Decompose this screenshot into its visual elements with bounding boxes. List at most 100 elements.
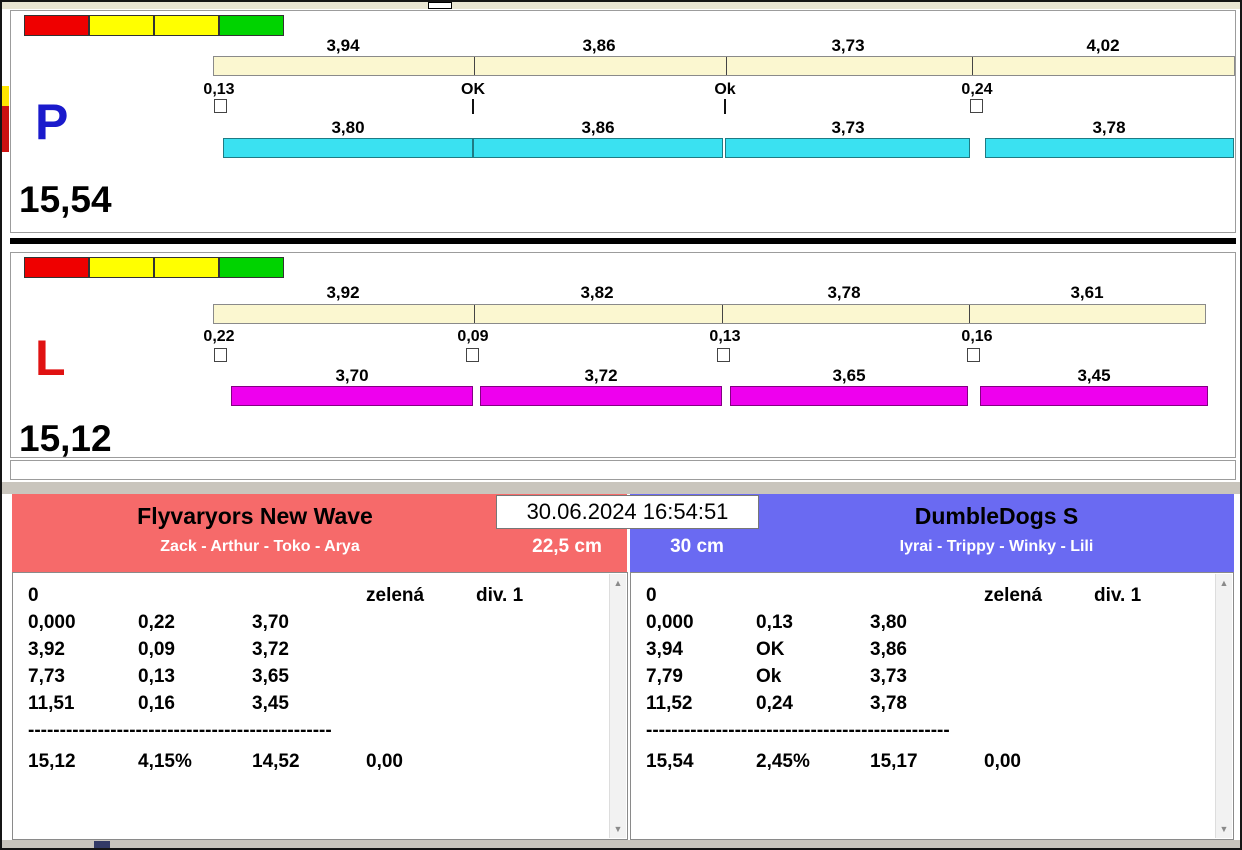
light-status: zelená — [984, 582, 1094, 609]
dog-run-time: 3,80 — [288, 118, 408, 138]
cell: 3,92 — [28, 636, 138, 663]
run-bar-segment — [223, 138, 473, 158]
team-name: Flyvaryors New Wave — [12, 503, 498, 530]
run-bar-segment — [730, 386, 968, 406]
net-time: 15,17 — [870, 748, 984, 775]
result-row: 11,51 0,16 3,45 — [13, 690, 627, 717]
change-time: 0,16 — [942, 328, 1012, 346]
change-checkbox[interactable] — [466, 348, 479, 362]
cell: 0,24 — [756, 690, 870, 717]
run-bar-segment — [473, 138, 723, 158]
split-time: 3,94 — [283, 36, 403, 56]
traffic-light-red — [24, 15, 89, 36]
dog-run-time: 3,86 — [538, 118, 658, 138]
penalty-value: 0 — [646, 582, 756, 609]
team-members: Zack - Arthur - Toko - Arya — [12, 538, 508, 556]
change-time: 0,22 — [184, 328, 254, 346]
traffic-light-yellow-1 — [89, 15, 154, 36]
dog-run-time: 3,78 — [1049, 118, 1169, 138]
scrollbar[interactable]: ▲ ▼ — [609, 574, 626, 838]
cell: 3,86 — [870, 636, 984, 663]
lane-panel-p: P 3,94 3,86 3,73 4,02 0,13 OK Ok 0,24 3,… — [10, 10, 1236, 233]
bar-divider — [969, 305, 970, 323]
dog-run-time: 3,73 — [788, 118, 908, 138]
background-window-fragment — [428, 2, 452, 9]
timestamp: 30.06.2024 16:54:51 — [496, 495, 759, 529]
cell: 3,94 — [646, 636, 756, 663]
dog-run-time: 3,70 — [292, 366, 412, 386]
taskbar-fragment — [94, 841, 110, 849]
cell: 3,73 — [870, 663, 984, 690]
cell: OK — [756, 636, 870, 663]
split-time: 4,02 — [1043, 36, 1163, 56]
traffic-light-green — [219, 15, 284, 36]
cell: 7,79 — [646, 663, 756, 690]
jump-height: 22,5 cm — [517, 536, 617, 558]
split-bar — [213, 304, 1206, 324]
net-time: 14,52 — [252, 748, 366, 775]
cell: 3,72 — [252, 636, 366, 663]
scroll-down-icon[interactable]: ▼ — [610, 821, 626, 837]
change-time: OK — [438, 81, 508, 99]
lane-divider — [10, 238, 1236, 244]
cell: 7,73 — [28, 663, 138, 690]
edge-fragment-yellow — [2, 86, 9, 106]
info-row: 0 zelená div. 1 — [13, 582, 627, 609]
scrollbar[interactable]: ▲ ▼ — [1215, 574, 1232, 838]
cell: 0,000 — [28, 609, 138, 636]
cell: 0,13 — [138, 663, 252, 690]
change-time: 0,13 — [184, 81, 254, 99]
scroll-up-icon[interactable]: ▲ — [610, 575, 626, 591]
change-checkbox[interactable] — [214, 99, 227, 113]
result-row: 7,79 Ok 3,73 — [631, 663, 1233, 690]
result-row: 7,73 0,13 3,65 — [13, 663, 627, 690]
cell: 3,80 — [870, 609, 984, 636]
split-time: 3,92 — [283, 283, 403, 303]
change-checkbox[interactable] — [214, 348, 227, 362]
summary-row: 15,12 4,15% 14,52 0,00 — [13, 748, 627, 775]
info-row: 0 zelená div. 1 — [631, 582, 1233, 609]
result-row: 0,000 0,13 3,80 — [631, 609, 1233, 636]
percent: 2,45% — [756, 748, 870, 775]
split-time: 3,73 — [788, 36, 908, 56]
change-checkbox[interactable] — [967, 348, 980, 362]
tick-mark — [472, 99, 474, 114]
split-time: 3,82 — [537, 283, 657, 303]
results-panel-left: 0 zelená div. 1 0,000 0,22 3,70 3,92 0,0… — [12, 572, 628, 840]
change-checkbox[interactable] — [970, 99, 983, 113]
team-members: Iyrai - Trippy - Winky - Lili — [759, 538, 1234, 556]
summary-row: 15,54 2,45% 15,17 0,00 — [631, 748, 1233, 775]
separator-row: ----------------------------------------… — [631, 717, 1233, 744]
division: div. 1 — [476, 582, 627, 609]
scroll-down-icon[interactable]: ▼ — [1216, 821, 1232, 837]
traffic-light-yellow-1 — [89, 257, 154, 278]
result-row: 3,94 OK 3,86 — [631, 636, 1233, 663]
change-time: 0,13 — [690, 328, 760, 346]
cell: Ok — [756, 663, 870, 690]
split-bar — [213, 56, 1235, 76]
cell: 0,22 — [138, 609, 252, 636]
team-name: DumbleDogs S — [759, 503, 1234, 530]
lane-total-l: 15,12 — [19, 420, 112, 457]
run-bar-segment — [480, 386, 722, 406]
split-time: 3,78 — [784, 283, 904, 303]
split-time: 3,86 — [539, 36, 659, 56]
jump-height: 30 cm — [642, 536, 752, 558]
percent: 4,15% — [138, 748, 252, 775]
cell: 3,70 — [252, 609, 366, 636]
traffic-light-yellow-2 — [154, 15, 219, 36]
light-status: zelená — [366, 582, 476, 609]
dog-run-time: 3,72 — [541, 366, 661, 386]
scroll-up-icon[interactable]: ▲ — [1216, 575, 1232, 591]
split-time: 3,61 — [1027, 283, 1147, 303]
change-checkbox[interactable] — [717, 348, 730, 362]
bar-divider — [474, 305, 475, 323]
run-bar-segment — [980, 386, 1208, 406]
cell: 11,52 — [646, 690, 756, 717]
change-time: 0,24 — [942, 81, 1012, 99]
cell: 3,78 — [870, 690, 984, 717]
traffic-light-yellow-2 — [154, 257, 219, 278]
dog-run-time: 3,65 — [789, 366, 909, 386]
cell: 0,000 — [646, 609, 756, 636]
change-time: 0,09 — [438, 328, 508, 346]
